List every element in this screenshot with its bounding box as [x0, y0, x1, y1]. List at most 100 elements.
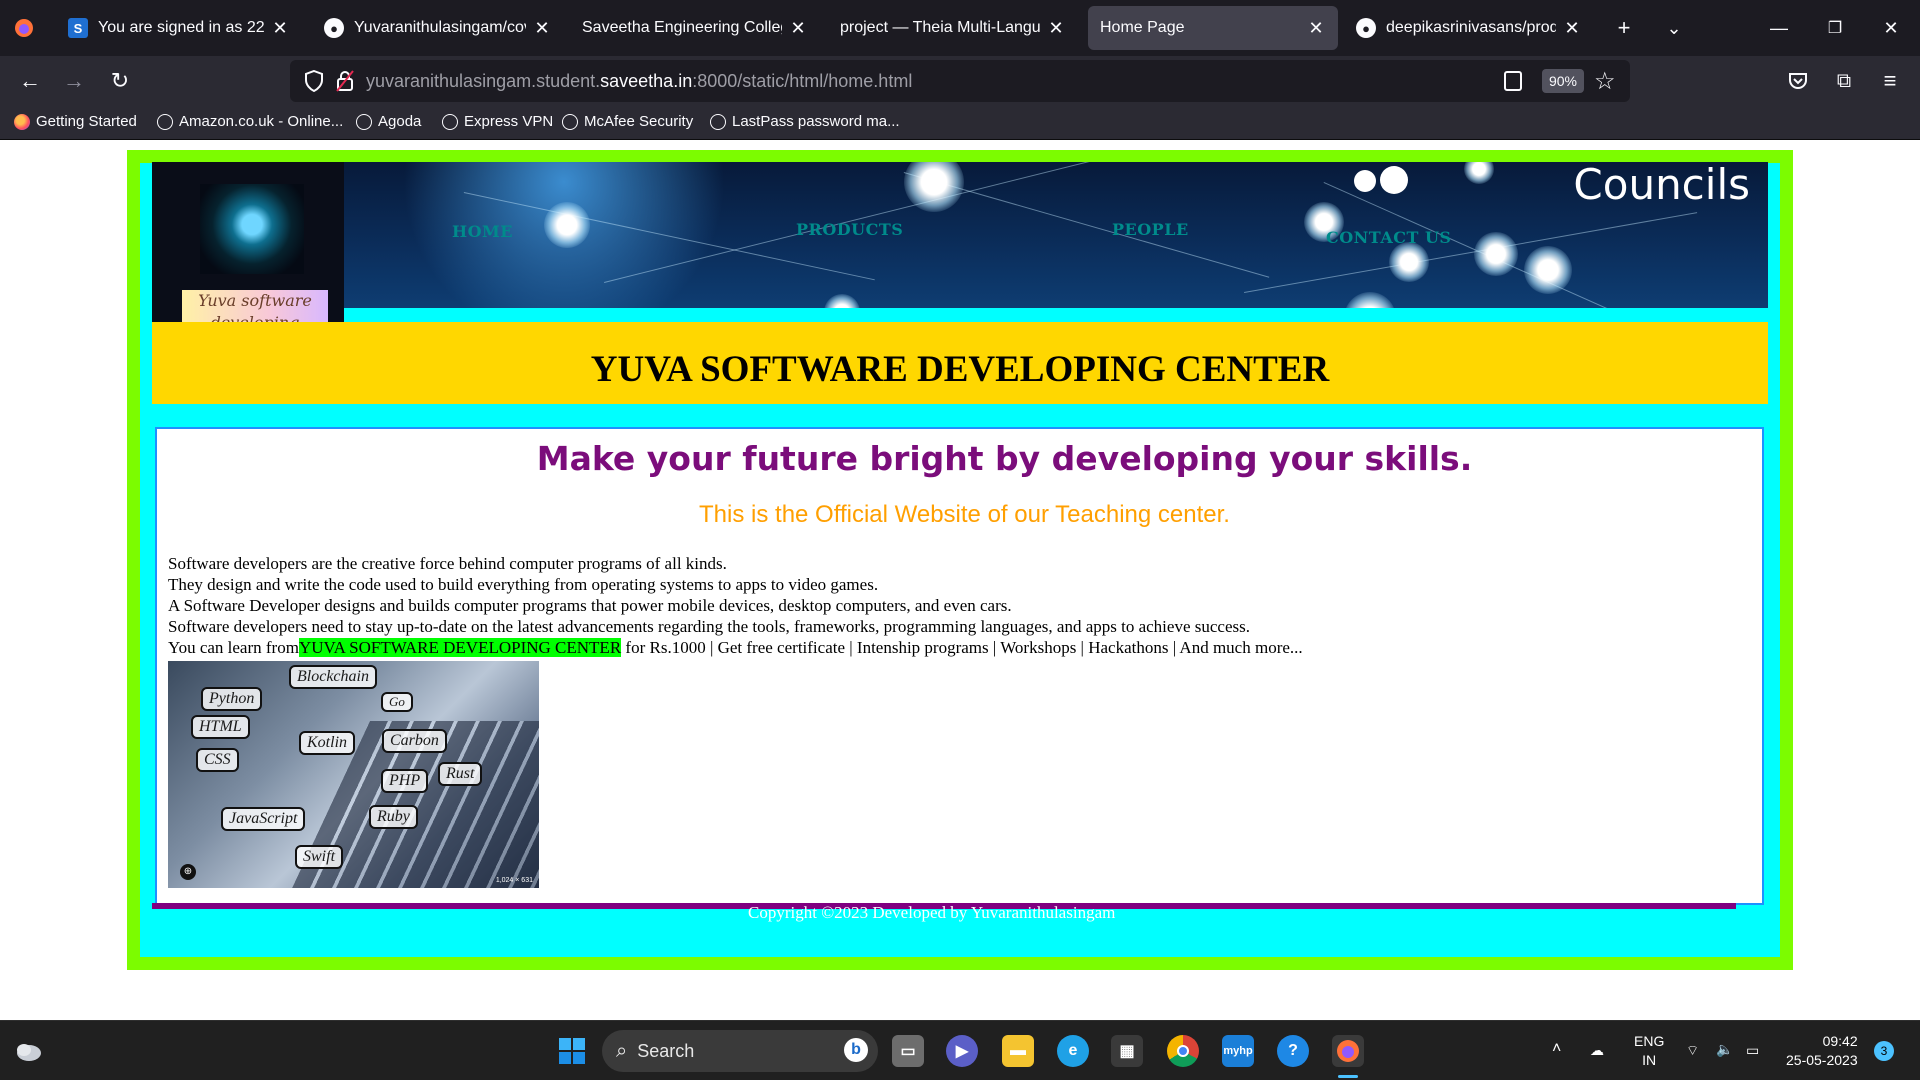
- battery-icon[interactable]: ▭: [1746, 1041, 1759, 1060]
- tab-label: deepikasrinivasans/product: [1386, 19, 1556, 36]
- teams-chat-icon[interactable]: ▶: [946, 1035, 978, 1067]
- back-arrow-icon[interactable]: ←: [14, 65, 46, 97]
- file-explorer-icon[interactable]: ▬: [1002, 1035, 1034, 1067]
- new-tab-plus-icon[interactable]: +: [1608, 12, 1640, 44]
- tab-home-page[interactable]: Home Page ✕: [1088, 6, 1338, 50]
- globe-icon: [562, 113, 578, 130]
- programming-languages-image[interactable]: Blockchain Python Go HTML CSS Kotlin Car…: [168, 661, 539, 888]
- task-view-icon[interactable]: ▭: [892, 1035, 924, 1067]
- close-icon[interactable]: ✕: [532, 18, 552, 39]
- myhp-icon[interactable]: myhp: [1222, 1035, 1254, 1067]
- search-icon: ⌕: [616, 1039, 628, 1062]
- url-bar[interactable]: yuvaranithulasingam.student.saveetha.in:…: [290, 60, 1630, 102]
- restore-icon[interactable]: ❐: [1812, 10, 1858, 46]
- bookmark-label: Agoda: [378, 113, 422, 130]
- image-label-chip: PHP: [381, 769, 429, 793]
- tab-github-cover[interactable]: ● Yuvaranithulasingam/cover ✕: [312, 6, 564, 50]
- globe-icon: [710, 113, 726, 130]
- weather-cloud-icon[interactable]: [12, 1035, 44, 1067]
- reader-view-icon[interactable]: [1504, 71, 1522, 91]
- bookmark-label: Getting Started: [36, 113, 137, 130]
- tab-saveetha[interactable]: Saveetha Engineering College ✕: [570, 6, 820, 50]
- nav-link-people[interactable]: PEOPLE: [1112, 220, 1189, 239]
- network-node: [1344, 292, 1396, 308]
- image-label-chip: CSS: [196, 748, 239, 772]
- site-logo[interactable]: Yuva software developing center: [152, 162, 344, 354]
- search-label: Search: [637, 1040, 695, 1061]
- edge-browser-icon[interactable]: e: [1057, 1035, 1089, 1067]
- pocket-icon[interactable]: [1782, 65, 1814, 97]
- url-suffix: :8000/static/html/home.html: [692, 71, 913, 91]
- image-label-chip: Carbon: [382, 729, 447, 753]
- bookmark-lastpass[interactable]: LastPass password ma...: [710, 113, 900, 130]
- tab-label: You are signed in as 2200903: [98, 19, 264, 36]
- paragraph-line: A Software Developer designs and builds …: [168, 596, 1012, 615]
- onedrive-cloud-icon[interactable]: ☁: [1590, 1041, 1604, 1060]
- shield-icon[interactable]: [304, 69, 324, 93]
- description-paragraph: Software developers are the creative for…: [168, 553, 1303, 658]
- zoom-level-badge[interactable]: 90%: [1542, 69, 1584, 93]
- image-label-chip: JavaScript: [221, 807, 306, 831]
- bookmark-express-vpn[interactable]: Express VPN: [442, 113, 553, 130]
- nav-link-products[interactable]: PRODUCTS: [796, 220, 903, 239]
- forward-arrow-icon[interactable]: →: [58, 65, 90, 97]
- volume-icon[interactable]: 🔈: [1716, 1040, 1733, 1059]
- clock[interactable]: 09:42 25-05-2023: [1786, 1032, 1858, 1070]
- image-label-chip: Go: [381, 692, 413, 712]
- network-node: [1524, 246, 1572, 294]
- notification-badge[interactable]: 3: [1874, 1041, 1894, 1061]
- network-node: [544, 202, 590, 248]
- firefox-icon: [14, 113, 30, 130]
- subtagline-text: This is the Official Website of our Teac…: [699, 501, 1230, 528]
- lock-icon[interactable]: [336, 70, 354, 92]
- clock-date: 25-05-2023: [1786, 1052, 1858, 1068]
- hamburger-menu-icon[interactable]: ≡: [1874, 65, 1906, 97]
- close-icon[interactable]: ✕: [270, 18, 290, 39]
- reload-icon[interactable]: ↻: [104, 65, 136, 97]
- bookmark-star-icon[interactable]: ☆: [1594, 67, 1616, 96]
- bing-icon[interactable]: b: [844, 1038, 868, 1062]
- paragraph-line: Software developers are the creative for…: [168, 554, 727, 573]
- bookmark-mcafee[interactable]: McAfee Security: [562, 113, 693, 130]
- tab-signed-in[interactable]: S You are signed in as 2200903 ✕: [56, 6, 302, 50]
- image-label-chip: Kotlin: [299, 731, 356, 755]
- bookmark-label: LastPass password ma...: [732, 113, 900, 130]
- close-icon[interactable]: ✕: [1306, 18, 1326, 39]
- close-icon[interactable]: ✕: [788, 18, 808, 39]
- list-tabs-chevron-down-icon[interactable]: ⌄: [1658, 12, 1690, 44]
- tab-github-product[interactable]: ● deepikasrinivasans/product ✕: [1344, 6, 1594, 50]
- windows-taskbar: ⌕ Search b ▭ ▶ ▬ e ▦ myhp ? ˄ ☁ ENG IN ⌔…: [0, 1020, 1920, 1080]
- clock-time: 09:42: [1822, 1033, 1858, 1049]
- microsoft-store-icon[interactable]: ▦: [1111, 1035, 1143, 1067]
- browser-tab-bar: S You are signed in as 2200903 ✕ ● Yuvar…: [0, 0, 1920, 56]
- learn-line: You can learn fromYUVA SOFTWARE DEVELOPI…: [168, 637, 1303, 658]
- chrome-icon[interactable]: [1167, 1035, 1199, 1067]
- main-content-box: Make your future bright by developing yo…: [155, 427, 1764, 905]
- language-indicator[interactable]: ENG IN: [1634, 1032, 1664, 1070]
- close-icon[interactable]: ✕: [1046, 18, 1066, 39]
- bookmark-getting-started[interactable]: Getting Started: [14, 113, 137, 130]
- url-text[interactable]: yuvaranithulasingam.student.saveetha.in:…: [366, 71, 912, 92]
- windows-start-icon[interactable]: [556, 1035, 588, 1067]
- taskbar-search-box[interactable]: ⌕ Search b: [602, 1030, 878, 1072]
- firefox-menu-icon[interactable]: [8, 12, 40, 44]
- bookmark-label: Amazon.co.uk - Online...: [179, 113, 344, 130]
- close-icon[interactable]: ✕: [1562, 18, 1582, 39]
- bookmark-amazon[interactable]: Amazon.co.uk - Online...: [157, 113, 343, 130]
- window-close-icon[interactable]: ✕: [1868, 10, 1914, 46]
- tab-label: Saveetha Engineering College: [582, 19, 782, 36]
- firefox-taskbar-icon[interactable]: [1332, 1035, 1364, 1067]
- minimize-icon[interactable]: —: [1756, 10, 1802, 46]
- tab-theia-project[interactable]: project — Theia Multi-Language ✕: [828, 6, 1078, 50]
- image-search-icon[interactable]: ⊕: [180, 864, 196, 880]
- help-icon[interactable]: ?: [1277, 1035, 1309, 1067]
- wifi-icon[interactable]: ⌔: [1686, 1041, 1699, 1060]
- nav-link-contact-us[interactable]: CONTACT US: [1326, 228, 1451, 247]
- extensions-puzzle-icon[interactable]: ⧉: [1828, 65, 1860, 97]
- image-label-chip: HTML: [191, 715, 250, 739]
- nav-link-home[interactable]: HOME: [452, 222, 513, 241]
- region-code: IN: [1642, 1052, 1657, 1068]
- tab-label: Yuvaranithulasingam/cover: [354, 19, 526, 36]
- bookmark-agoda[interactable]: Agoda: [356, 113, 421, 130]
- tray-chevron-up-icon[interactable]: ˄: [1552, 1039, 1561, 1058]
